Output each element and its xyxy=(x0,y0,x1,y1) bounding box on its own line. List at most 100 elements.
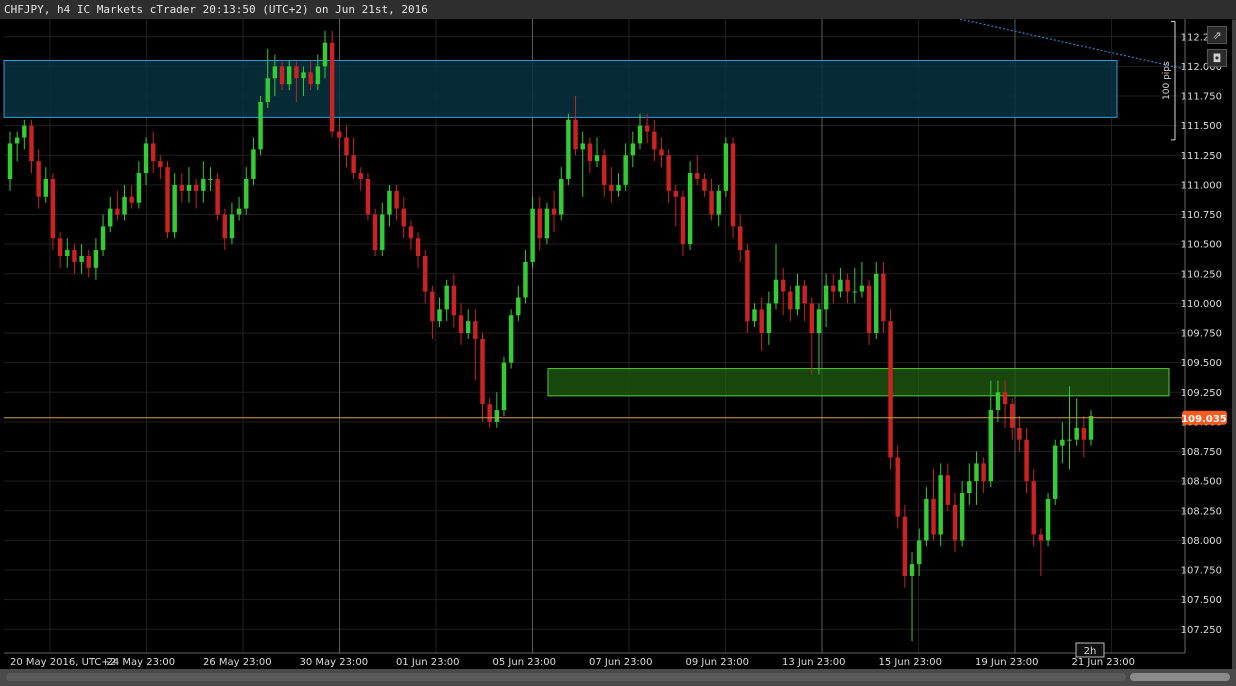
candle-body xyxy=(530,208,535,262)
candle-body xyxy=(380,214,385,251)
candle-body xyxy=(594,155,600,162)
candle-body xyxy=(36,161,41,197)
candle-body xyxy=(695,173,700,179)
candle-body xyxy=(372,214,378,251)
x-tick-label: 20 May 2016, UTC+2 xyxy=(10,657,116,668)
candle-body xyxy=(43,178,49,197)
candle-body xyxy=(644,125,650,132)
candle-body xyxy=(508,315,514,363)
candle-body xyxy=(165,167,170,233)
candle-body xyxy=(881,273,886,322)
candle-body xyxy=(193,184,199,191)
candle-body xyxy=(236,208,242,215)
candle-body xyxy=(451,285,457,316)
chart-window: CHFJPY, h4 IC Markets cTrader 20:13:50 (… xyxy=(0,0,1236,686)
candle-body xyxy=(1081,427,1087,440)
candle-body xyxy=(616,184,621,191)
y-tick-label: 107.250 xyxy=(1181,625,1222,636)
candle-body xyxy=(430,291,435,322)
camera-icon[interactable]: ◘ xyxy=(1207,49,1227,67)
candle-body xyxy=(158,161,163,168)
candle-body xyxy=(809,303,815,334)
candle-body xyxy=(1017,427,1022,440)
popout-icon[interactable]: ⇗ xyxy=(1207,26,1227,44)
candle xyxy=(1052,439,1058,505)
candle-body xyxy=(916,540,922,565)
candle-body xyxy=(50,178,56,239)
measure-label: 100 pips xyxy=(1162,61,1172,100)
candle xyxy=(938,463,943,547)
candle-body xyxy=(22,125,27,138)
candle-body xyxy=(487,404,492,422)
candle-body xyxy=(1088,415,1094,440)
candle-body xyxy=(709,190,714,215)
candle-body xyxy=(902,516,908,576)
period-marker-label: 2h xyxy=(1084,646,1097,657)
candle-body xyxy=(244,178,249,209)
candle-body xyxy=(637,125,643,144)
x-tick-label: 26 May 23:00 xyxy=(203,657,272,668)
candle-body xyxy=(1045,498,1051,541)
candle xyxy=(365,173,371,221)
chart-area[interactable]: 112.500112.250112.000111.750111.500111.2… xyxy=(0,19,1232,669)
candle-body xyxy=(1067,439,1072,441)
candle-body xyxy=(394,190,399,209)
candle-body xyxy=(723,143,729,191)
candle xyxy=(902,504,908,588)
candle-body xyxy=(659,149,664,156)
support-zone xyxy=(547,368,1170,397)
candle xyxy=(566,113,571,185)
price-chart[interactable]: 112.500112.250112.000111.750111.500111.2… xyxy=(0,19,1232,669)
scroll-thumb[interactable] xyxy=(1130,673,1230,681)
candle-body xyxy=(981,463,986,482)
y-tick-label: 111.000 xyxy=(1181,180,1222,191)
candle-body xyxy=(401,208,406,227)
candle-body xyxy=(72,250,77,262)
candle xyxy=(745,244,750,334)
candle-body xyxy=(559,178,564,215)
candle-body xyxy=(172,184,177,233)
y-tick-label: 111.750 xyxy=(1181,92,1222,103)
candle-body xyxy=(859,285,865,292)
candle-body xyxy=(143,143,149,174)
candle-body xyxy=(730,143,736,227)
scroll-track[interactable] xyxy=(6,673,1126,681)
candle-body xyxy=(888,321,893,458)
candle xyxy=(258,96,263,156)
candle-body xyxy=(265,78,270,102)
candle-body xyxy=(473,321,478,339)
candle-body xyxy=(315,66,321,85)
candle-body xyxy=(1060,439,1065,446)
candle-body xyxy=(1031,481,1036,535)
candle-body xyxy=(129,196,134,203)
x-tick-label: 21 Jun 23:00 xyxy=(1072,657,1136,668)
candle-body xyxy=(408,226,414,239)
candle-body xyxy=(115,208,120,215)
candle xyxy=(372,208,378,257)
candle-body xyxy=(301,72,306,79)
candle-body xyxy=(229,214,235,239)
horizontal-scrollbar[interactable] xyxy=(0,669,1236,686)
candle-body xyxy=(759,309,764,334)
candle-body xyxy=(780,279,786,292)
candle-body xyxy=(802,285,807,304)
candle xyxy=(687,161,693,251)
candle-body xyxy=(967,481,972,494)
candle-body xyxy=(544,208,550,239)
candle-body xyxy=(766,303,772,334)
candle-body xyxy=(537,208,542,239)
candle-body xyxy=(573,119,578,150)
candle-body xyxy=(201,178,206,191)
candle-body xyxy=(422,256,428,292)
candle-body xyxy=(702,178,707,191)
candle-body xyxy=(93,250,99,268)
camera-glyph: ◘ xyxy=(1212,51,1222,65)
candle-body xyxy=(7,143,13,179)
candle-body xyxy=(680,196,686,245)
y-tick-label: 108.250 xyxy=(1181,506,1222,517)
candle-body xyxy=(279,66,285,85)
candle-body xyxy=(737,226,743,251)
candle-body xyxy=(294,66,299,79)
candle-body xyxy=(974,463,979,482)
x-tick-label: 01 Jun 23:00 xyxy=(396,657,460,668)
